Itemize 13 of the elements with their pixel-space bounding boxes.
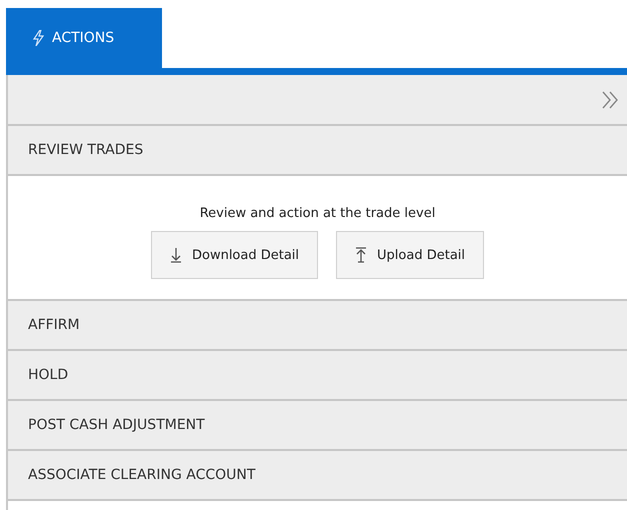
section-header[interactable]: ASSOCIATE CLEARING ACCOUNT xyxy=(8,451,627,501)
double-chevron-icon[interactable] xyxy=(601,90,619,110)
download-button[interactable]: Download Detail xyxy=(150,231,318,279)
section-header[interactable]: POST CASH ADJUSTMENT xyxy=(8,401,627,451)
lightning-icon xyxy=(32,30,44,46)
section-description: Review and action at the trade level xyxy=(200,206,436,221)
upload-button[interactable]: Upload Detail xyxy=(336,231,484,279)
section-header[interactable]: AFFIRM xyxy=(8,301,627,351)
section-header[interactable]: REVIEW TRADES xyxy=(8,126,627,176)
section-header[interactable]: HOLD xyxy=(8,351,627,401)
download-icon xyxy=(170,247,182,263)
upload-icon xyxy=(355,247,368,263)
actions-tab[interactable]: ACTIONS xyxy=(6,8,162,68)
